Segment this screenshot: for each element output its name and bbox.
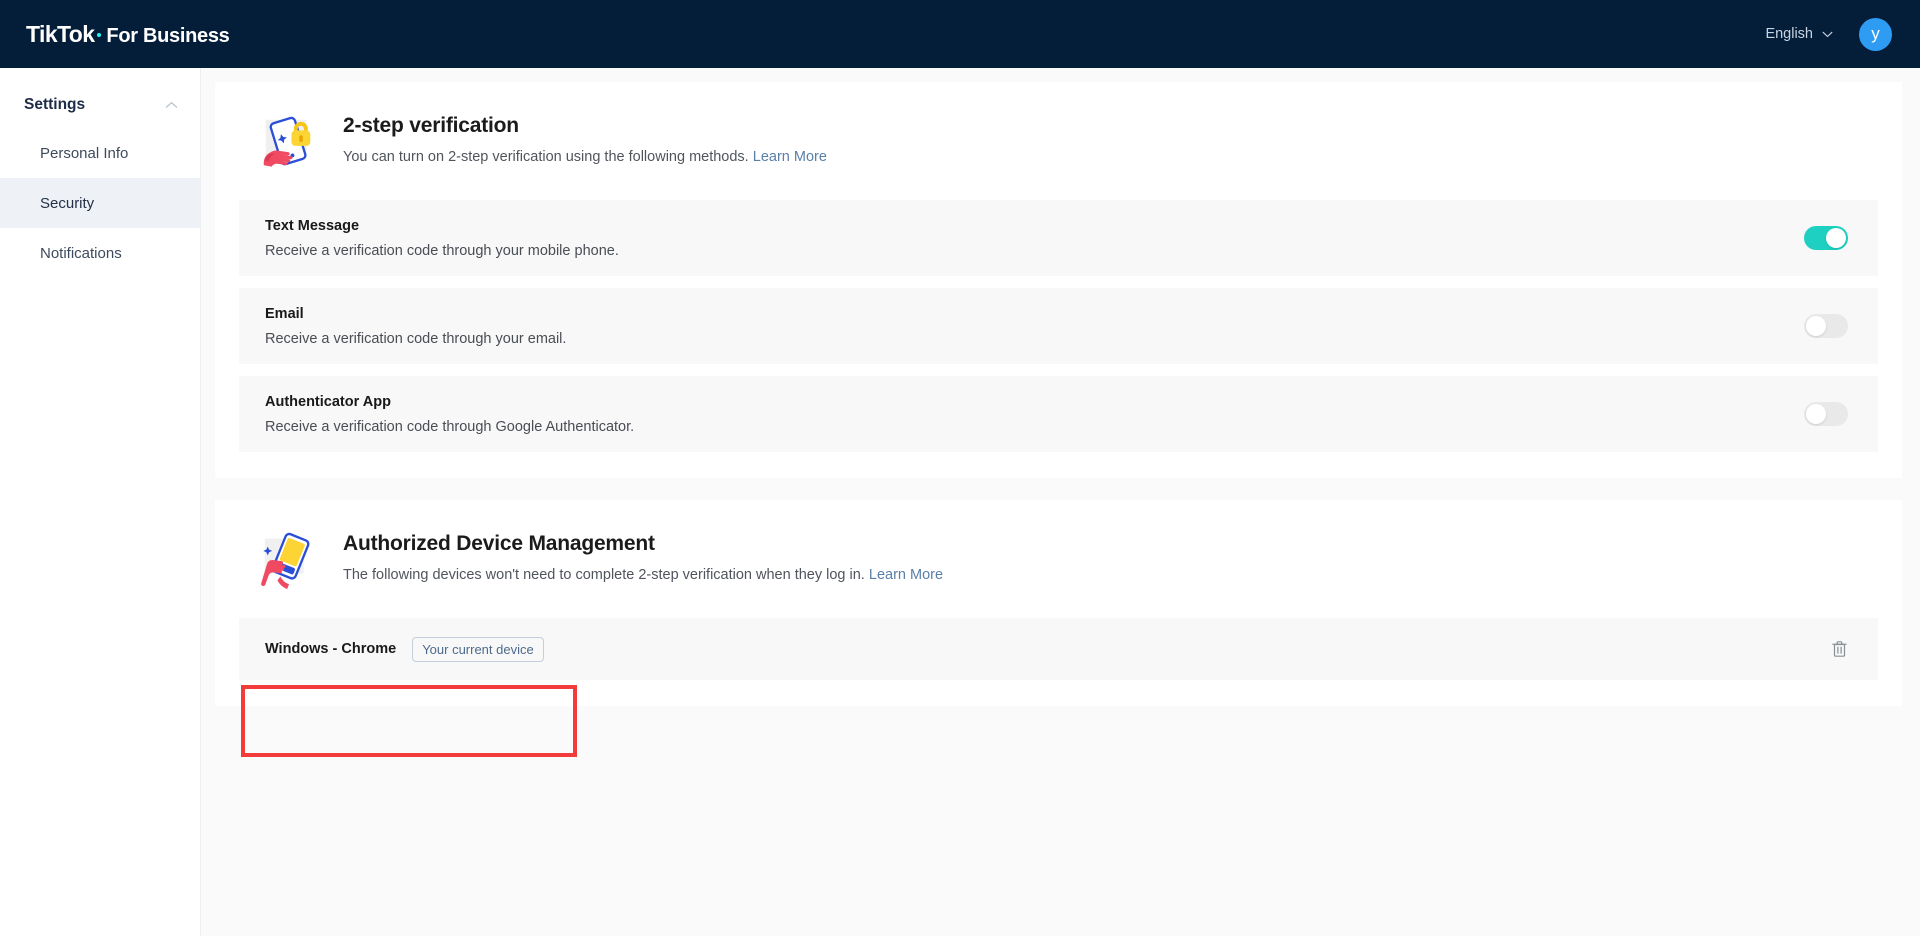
device-info: Windows - Chrome Your current device bbox=[265, 636, 544, 662]
tiktok-for-business-logo[interactable]: TikTok For Business bbox=[26, 21, 230, 48]
main-content: 2-step verification You can turn on 2-st… bbox=[201, 68, 1920, 936]
sidebar-item-label: Notifications bbox=[40, 244, 122, 262]
page-layout: Settings Personal Info Security Notifica… bbox=[0, 68, 1920, 936]
language-label: English bbox=[1765, 26, 1813, 42]
table-row: Windows - Chrome Your current device bbox=[239, 618, 1878, 680]
toggle-text-message[interactable] bbox=[1804, 226, 1848, 250]
sidebar-item-label: Security bbox=[40, 194, 95, 212]
two-step-verification-panel: 2-step verification You can turn on 2-st… bbox=[215, 82, 1902, 478]
toggle-knob bbox=[1826, 228, 1846, 248]
topbar-right-controls: English y bbox=[1765, 17, 1892, 51]
method-name: Email bbox=[265, 305, 304, 322]
hand-holding-phone-illustration bbox=[261, 532, 310, 590]
method-authenticator-info: Authenticator App Receive a verification… bbox=[265, 394, 634, 435]
authorized-device-header: Authorized Device Management The followi… bbox=[239, 528, 1878, 592]
chevron-down-icon bbox=[1822, 31, 1833, 37]
trash-icon[interactable] bbox=[1831, 640, 1848, 658]
method-text-message-info: Text Message Receive a verification code… bbox=[265, 218, 619, 259]
sidebar-item-label: Personal Info bbox=[40, 144, 129, 162]
two-step-verification-text: 2-step verification You can turn on 2-st… bbox=[343, 110, 827, 165]
learn-more-link[interactable]: Learn More bbox=[753, 149, 827, 165]
top-navigation-bar: TikTok For Business English y bbox=[0, 0, 1920, 68]
toggle-authenticator-app[interactable] bbox=[1804, 402, 1848, 426]
sidebar-item-security[interactable]: Security bbox=[0, 178, 200, 228]
sidebar-item-notifications[interactable]: Notifications bbox=[0, 228, 200, 278]
authorized-device-text: Authorized Device Management The followi… bbox=[343, 528, 943, 583]
method-row-authenticator-app: Authenticator App Receive a verification… bbox=[239, 376, 1878, 452]
section-title: Authorized Device Management bbox=[343, 532, 655, 555]
sidebar-section-label: Settings bbox=[24, 96, 86, 113]
method-row-text-message: Text Message Receive a verification code… bbox=[239, 200, 1878, 276]
two-step-verification-header: 2-step verification You can turn on 2-st… bbox=[239, 110, 1878, 174]
avatar[interactable]: y bbox=[1859, 17, 1892, 51]
authorized-device-description: The following devices won't need to comp… bbox=[343, 567, 943, 583]
logo-primary-text: TikTok bbox=[26, 20, 95, 47]
learn-more-link[interactable]: Learn More bbox=[869, 567, 943, 583]
chevron-up-icon bbox=[165, 101, 178, 108]
logo-secondary-text: For Business bbox=[106, 24, 230, 47]
toggle-knob bbox=[1806, 316, 1826, 336]
description-text: The following devices won't need to comp… bbox=[343, 567, 865, 583]
logo-separator-dot-icon bbox=[97, 32, 102, 37]
sidebar-item-personal-info[interactable]: Personal Info bbox=[0, 128, 200, 178]
method-name: Authenticator App bbox=[265, 393, 391, 410]
avatar-initial: y bbox=[1871, 23, 1880, 43]
device-name: Windows - Chrome bbox=[265, 641, 397, 657]
language-selector[interactable]: English bbox=[1765, 26, 1833, 42]
toggle-knob bbox=[1806, 404, 1826, 424]
method-description: Receive a verification code through Goog… bbox=[265, 418, 635, 435]
page-title: 2-step verification bbox=[343, 114, 519, 137]
method-description: Receive a verification code through your… bbox=[265, 242, 619, 259]
sidebar-section-settings[interactable]: Settings bbox=[0, 82, 200, 128]
method-description: Receive a verification code through your… bbox=[265, 330, 567, 347]
method-email-info: Email Receive a verification code throug… bbox=[265, 306, 566, 347]
sidebar: Settings Personal Info Security Notifica… bbox=[0, 68, 201, 936]
authorized-device-management-panel: Authorized Device Management The followi… bbox=[215, 500, 1902, 706]
description-text: You can turn on 2-step verification usin… bbox=[343, 149, 749, 165]
method-row-email: Email Receive a verification code throug… bbox=[239, 288, 1878, 364]
toggle-email[interactable] bbox=[1804, 314, 1848, 338]
method-name: Text Message bbox=[265, 217, 360, 234]
two-step-verification-description: You can turn on 2-step verification usin… bbox=[343, 149, 827, 165]
phone-lock-hand-illustration bbox=[263, 116, 311, 167]
status-badge[interactable]: Your current device bbox=[412, 636, 544, 662]
